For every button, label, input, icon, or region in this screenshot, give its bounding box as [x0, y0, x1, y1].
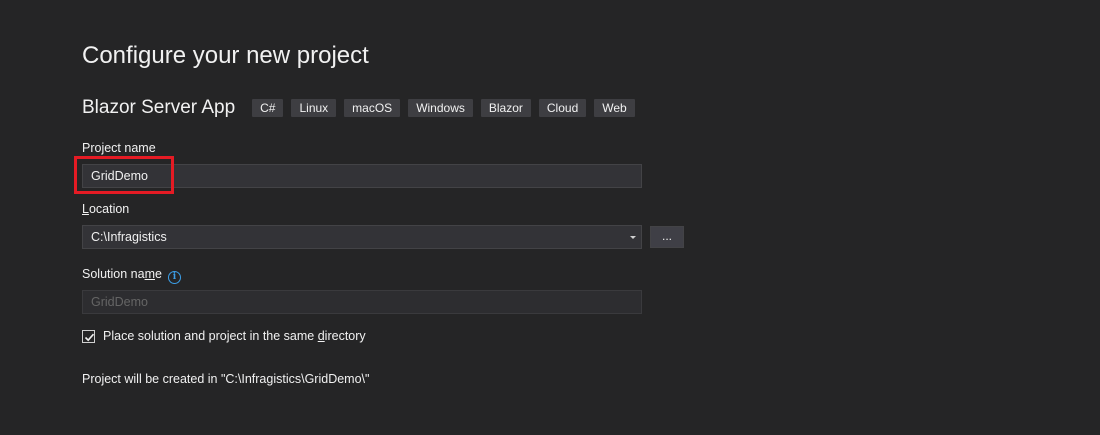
solution-name-placeholder: GridDemo	[91, 295, 148, 309]
tag-blazor: Blazor	[480, 99, 531, 117]
same-directory-label-mnemonic: d	[317, 329, 325, 343]
location-combobox[interactable]: C:\Infragistics	[82, 225, 642, 249]
template-row: Blazor Server App C# Linux macOS Windows…	[82, 96, 643, 120]
tag-cloud: Cloud	[538, 99, 587, 117]
project-path-note: Project will be created in "C:\Infragist…	[82, 372, 370, 386]
same-directory-label: Place solution and project in the same d…	[103, 329, 366, 343]
configure-project-dialog: Configure your new project Blazor Server…	[0, 0, 1100, 435]
location-label-mnemonic: L	[82, 202, 89, 216]
page-title: Configure your new project	[82, 42, 369, 69]
tag-csharp: C#	[252, 99, 284, 117]
solution-name-input: GridDemo	[82, 290, 642, 314]
location-value: C:\Infragistics	[91, 230, 167, 244]
solution-name-label: Solution name i	[82, 266, 181, 284]
chevron-down-icon[interactable]	[630, 236, 636, 239]
project-name-input[interactable]: GridDemo	[82, 164, 642, 188]
solution-name-label-mnemonic: m	[144, 267, 155, 281]
project-name-value: GridDemo	[91, 169, 148, 183]
same-directory-checkbox[interactable]	[82, 329, 95, 343]
browse-button[interactable]: ...	[650, 226, 684, 248]
info-icon[interactable]: i	[167, 271, 181, 284]
location-label: Location	[82, 202, 130, 216]
same-directory-option[interactable]: Place solution and project in the same d…	[82, 328, 366, 344]
browse-button-label: ...	[661, 229, 672, 243]
template-name: Blazor Server App	[82, 97, 236, 118]
tag-macos: macOS	[344, 99, 401, 117]
project-name-label: Project name	[82, 141, 156, 155]
checkmark-icon	[84, 333, 95, 341]
tag-linux: Linux	[291, 99, 337, 117]
tag-web: Web	[594, 99, 635, 117]
tag-windows: Windows	[408, 99, 473, 117]
